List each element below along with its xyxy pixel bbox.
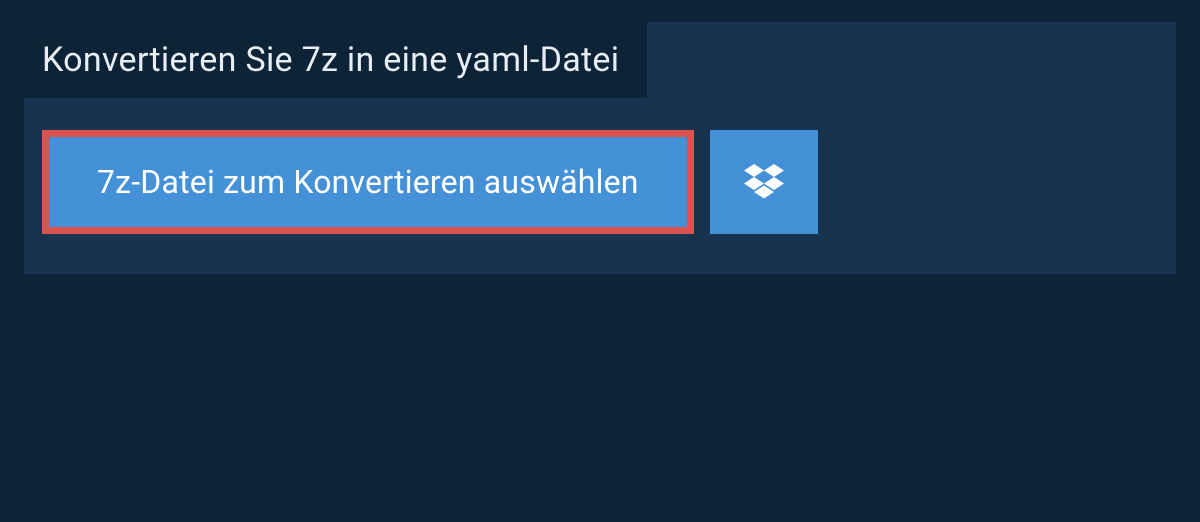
page-title: Konvertieren Sie 7z in eine yaml-Datei xyxy=(42,40,619,80)
heading-bar: Konvertieren Sie 7z in eine yaml-Datei xyxy=(24,22,647,98)
button-row: 7z-Datei zum Konvertieren auswählen xyxy=(24,98,1176,234)
dropbox-button[interactable] xyxy=(710,130,818,234)
select-file-label: 7z-Datei zum Konvertieren auswählen xyxy=(97,163,639,201)
converter-panel: Konvertieren Sie 7z in eine yaml-Datei 7… xyxy=(24,22,1176,274)
select-file-button[interactable]: 7z-Datei zum Konvertieren auswählen xyxy=(42,130,694,234)
dropbox-icon xyxy=(744,164,784,200)
